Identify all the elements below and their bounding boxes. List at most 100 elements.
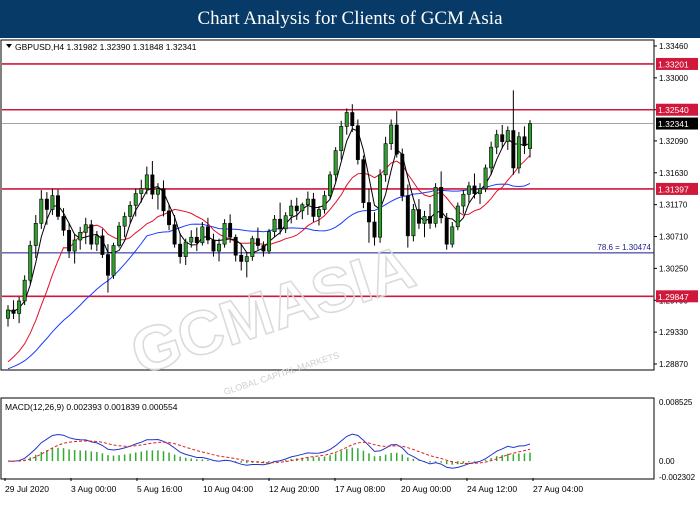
candle-body-93: [522, 136, 527, 147]
candle-body-26: [150, 174, 155, 195]
candle-body-70: [394, 124, 399, 155]
candle-body-57: [322, 195, 327, 210]
candle-body-62: [350, 112, 355, 126]
candle-body-77: [433, 187, 438, 224]
y-tick-label-4: 1.31630: [659, 169, 688, 178]
candle-body-19: [111, 245, 116, 276]
candle-body-15: [89, 224, 94, 245]
candle-body-65: [366, 202, 371, 223]
watermark-text: GCMASIA: [123, 232, 423, 388]
y-tick-label-5: 1.31170: [659, 201, 688, 210]
y-tick-label-0: 1.33460: [659, 42, 688, 51]
candle-body-69: [389, 124, 394, 144]
candle-body-91: [511, 130, 516, 169]
candle-body-84: [472, 185, 477, 194]
macd-label: MACD(12,26,9) 0.002393 0.001839 0.000554: [5, 402, 178, 412]
candle-body-82: [461, 193, 466, 207]
candle-body-27: [155, 188, 160, 195]
current-price-label: 1.32341: [658, 119, 689, 129]
y-tick-label-7: 1.30250: [659, 264, 688, 273]
banner-title: Chart Analysis for Clients of GCM Asia: [0, 0, 700, 38]
candle-body-31: [178, 243, 183, 257]
candle-body-72: [405, 195, 410, 237]
candle-body-64: [361, 159, 366, 203]
candle-body-51: [289, 205, 294, 217]
candle-body-52: [294, 205, 299, 212]
candle-body-61: [344, 112, 349, 127]
candle-body-41: [233, 236, 238, 256]
candle-body-79: [444, 217, 449, 245]
candle-body-56: [317, 209, 321, 217]
candle-body-12: [72, 239, 77, 252]
candle-body-37: [211, 239, 216, 252]
level-label-0: 1.33201: [658, 59, 689, 69]
forex-chart: 78.6 = 1.30474 1.33460 1.33000 1.32540 1.32…: [0, 39, 698, 494]
x-tick-label-8: 27 Aug 04:00: [533, 484, 583, 494]
candle-body-20: [117, 225, 122, 246]
candle-body-87: [489, 146, 494, 169]
candle-body-60: [339, 126, 344, 151]
candle-body-55: [311, 198, 316, 217]
candle-body-39: [222, 223, 227, 245]
candle-body-76: [428, 216, 433, 224]
candle-body-29: [167, 210, 172, 226]
x-tick-label-5: 17 Aug 08:00: [335, 484, 385, 494]
candle-body-90: [505, 130, 510, 142]
candle-body-59: [333, 150, 338, 176]
candle-body-33: [189, 236, 194, 243]
candle-body-53: [300, 204, 305, 212]
candle-body-32: [183, 241, 188, 257]
candle-body-11: [67, 229, 72, 252]
candle-body-47: [267, 231, 271, 252]
candle-body-49: [278, 218, 283, 230]
x-tick-label-4: 12 Aug 20:00: [269, 484, 319, 494]
candle-body-2: [17, 300, 22, 314]
candle-body-73: [411, 209, 416, 237]
candle-body-42: [239, 254, 244, 262]
candle-body-9: [56, 195, 60, 217]
candle-body-88: [494, 134, 499, 148]
candle-body-10: [61, 216, 66, 231]
candle-body-17: [100, 235, 105, 255]
candle-body-86: [483, 167, 488, 190]
candle-body-50: [283, 215, 288, 230]
candle-body-6: [39, 198, 44, 224]
candle-body-36: [205, 226, 210, 241]
candle-body-4: [28, 245, 33, 281]
candle-body-3: [22, 279, 27, 302]
candle-body-24: [139, 188, 144, 194]
candle-body-44: [250, 238, 255, 257]
level-label-2: 1.31397: [658, 184, 689, 194]
candle-body-85: [478, 188, 482, 194]
y-tick-label-1: 1.33000: [659, 74, 688, 83]
x-tick-label-7: 24 Aug 12:00: [467, 484, 517, 494]
candle-body-7: [44, 198, 49, 210]
candle-body-5: [33, 223, 38, 246]
candle-body-40: [228, 223, 233, 238]
candle-body-66: [372, 221, 377, 238]
candle-body-78: [439, 187, 444, 219]
candle-body-14: [83, 224, 88, 233]
candle-body-35: [200, 226, 205, 244]
x-tick-label-2: 5 Aug 16:00: [137, 484, 183, 494]
candle-body-25: [144, 174, 149, 190]
x-tick-label-3: 10 Aug 04:00: [203, 484, 253, 494]
candle-body-74: [416, 209, 421, 224]
x-tick-label-0: 29 Jul 2020: [5, 484, 49, 494]
candle-body-0: [6, 309, 10, 319]
candle-body-1: [11, 309, 16, 314]
candle-body-48: [272, 218, 277, 232]
candle-body-45: [255, 238, 260, 246]
candle-body-54: [305, 198, 310, 205]
candle-body-80: [450, 226, 455, 245]
candle-body-22: [128, 205, 133, 217]
chart-frame: 78.6 = 1.30474 1.33460 1.33000 1.32540 1.32…: [0, 38, 700, 500]
fib-label: 78.6 = 1.30474: [597, 243, 651, 252]
candle-body-18: [105, 254, 110, 276]
candle-body-83: [466, 185, 471, 195]
candle-body-81: [455, 205, 460, 228]
candle-body-58: [328, 174, 333, 196]
candle-body-8: [50, 195, 55, 210]
candle-body-43: [244, 256, 249, 262]
candle-body-94: [528, 123, 532, 149]
